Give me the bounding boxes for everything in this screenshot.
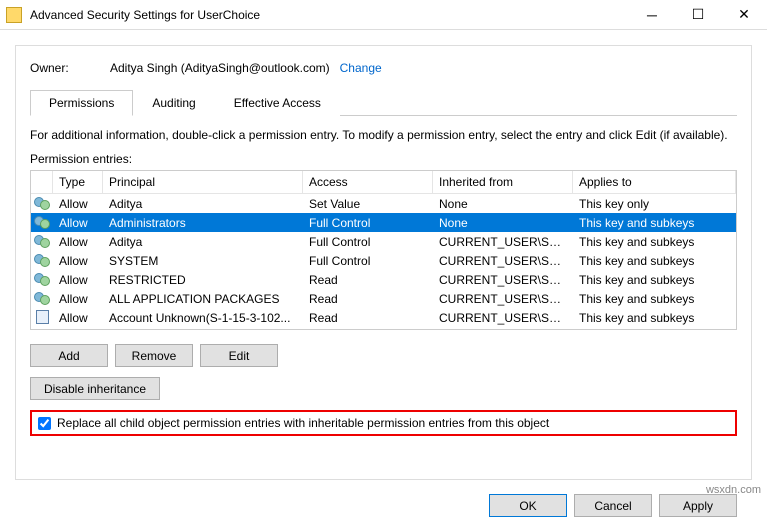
entries-label: Permission entries: xyxy=(30,152,737,166)
disable-inheritance-button[interactable]: Disable inheritance xyxy=(30,377,160,400)
cell-applies: This key and subkeys xyxy=(573,290,736,308)
cell-applies: This key and subkeys xyxy=(573,271,736,289)
cell-inherited: CURRENT_USER\Soft... xyxy=(433,233,573,251)
cell-access: Set Value xyxy=(303,195,433,213)
cell-principal: ALL APPLICATION PACKAGES xyxy=(103,290,303,308)
col-type[interactable]: Type xyxy=(53,171,103,193)
owner-row: Owner: Aditya Singh (AdityaSingh@outlook… xyxy=(30,61,737,75)
cell-type: Allow xyxy=(53,252,103,270)
cell-applies: This key and subkeys xyxy=(573,214,736,232)
cell-type: Allow xyxy=(53,195,103,213)
maximize-button[interactable]: ☐ xyxy=(675,0,721,30)
table-row[interactable]: AllowRESTRICTEDReadCURRENT_USER\Soft...T… xyxy=(31,270,736,289)
entry-buttons: Add Remove Edit xyxy=(30,344,737,367)
cell-access: Full Control xyxy=(303,233,433,251)
users-icon xyxy=(34,233,50,247)
table-row[interactable]: AllowAccount Unknown(S-1-15-3-102...Read… xyxy=(31,308,736,327)
main-panel: Owner: Aditya Singh (AdityaSingh@outlook… xyxy=(15,45,752,480)
cancel-button[interactable]: Cancel xyxy=(574,494,652,517)
col-access[interactable]: Access xyxy=(303,171,433,193)
tabstrip: Permissions Auditing Effective Access xyxy=(30,89,737,116)
cell-inherited: CURRENT_USER\Soft... xyxy=(433,271,573,289)
cell-applies: This key and subkeys xyxy=(573,309,736,327)
users-icon xyxy=(34,271,50,285)
users-icon xyxy=(34,214,50,228)
ok-button[interactable]: OK xyxy=(489,494,567,517)
cell-type: Allow xyxy=(53,309,103,327)
cell-principal: RESTRICTED xyxy=(103,271,303,289)
cell-access: Read xyxy=(303,309,433,327)
cell-inherited: CURRENT_USER\Soft... xyxy=(433,252,573,270)
users-icon xyxy=(34,252,50,266)
table-row[interactable]: AllowAdityaSet ValueNoneThis key only xyxy=(31,194,736,213)
cell-access: Full Control xyxy=(303,252,433,270)
cell-principal: Aditya xyxy=(103,195,303,213)
dialog-buttons: OK Cancel Apply xyxy=(489,494,737,517)
col-inherited[interactable]: Inherited from xyxy=(433,171,573,193)
cell-inherited: CURRENT_USER\Soft... xyxy=(433,309,573,327)
folder-icon xyxy=(6,7,22,23)
apply-button[interactable]: Apply xyxy=(659,494,737,517)
cell-principal: Administrators xyxy=(103,214,303,232)
col-applies[interactable]: Applies to xyxy=(573,171,736,193)
replace-checkbox-label[interactable]: Replace all child object permission entr… xyxy=(57,416,549,430)
users-icon xyxy=(34,195,50,209)
close-button[interactable]: ✕ xyxy=(721,0,767,30)
info-text: For additional information, double-click… xyxy=(30,128,737,142)
cell-type: Allow xyxy=(53,271,103,289)
disable-inheritance-row: Disable inheritance xyxy=(30,377,737,400)
col-principal[interactable]: Principal xyxy=(103,171,303,193)
cell-type: Allow xyxy=(53,214,103,232)
cell-inherited: CURRENT_USER\Soft... xyxy=(433,290,573,308)
cell-access: Full Control xyxy=(303,214,433,232)
window-title: Advanced Security Settings for UserChoic… xyxy=(28,8,629,22)
document-icon xyxy=(34,309,50,323)
cell-access: Read xyxy=(303,271,433,289)
cell-inherited: None xyxy=(433,195,573,213)
add-button[interactable]: Add xyxy=(30,344,108,367)
table-row[interactable]: AllowALL APPLICATION PACKAGESReadCURRENT… xyxy=(31,289,736,308)
minimize-button[interactable]: ─ xyxy=(629,0,675,30)
cell-inherited: None xyxy=(433,214,573,232)
remove-button[interactable]: Remove xyxy=(115,344,193,367)
cell-principal: SYSTEM xyxy=(103,252,303,270)
titlebar: Advanced Security Settings for UserChoic… xyxy=(0,0,767,30)
tab-permissions[interactable]: Permissions xyxy=(30,90,133,116)
grid-header: Type Principal Access Inherited from App… xyxy=(31,171,736,194)
tab-effective-access[interactable]: Effective Access xyxy=(215,90,340,116)
watermark: wsxdn.com xyxy=(706,484,761,496)
table-row[interactable]: AllowAdityaFull ControlCURRENT_USER\Soft… xyxy=(31,232,736,251)
cell-principal: Aditya xyxy=(103,233,303,251)
table-row[interactable]: AllowAdministratorsFull ControlNoneThis … xyxy=(31,213,736,232)
replace-checkbox[interactable] xyxy=(38,417,51,430)
users-icon xyxy=(34,290,50,304)
table-row[interactable]: AllowSYSTEMFull ControlCURRENT_USER\Soft… xyxy=(31,251,736,270)
edit-button[interactable]: Edit xyxy=(200,344,278,367)
content: Owner: Aditya Singh (AdityaSingh@outlook… xyxy=(0,30,767,490)
cell-applies: This key only xyxy=(573,195,736,213)
cell-type: Allow xyxy=(53,290,103,308)
cell-applies: This key and subkeys xyxy=(573,252,736,270)
owner-label: Owner: xyxy=(30,61,110,75)
change-owner-link[interactable]: Change xyxy=(340,61,382,75)
grid-body: AllowAdityaSet ValueNoneThis key onlyAll… xyxy=(31,194,736,327)
replace-checkbox-row: Replace all child object permission entr… xyxy=(30,410,737,436)
cell-applies: This key and subkeys xyxy=(573,233,736,251)
cell-principal: Account Unknown(S-1-15-3-102... xyxy=(103,309,303,327)
cell-access: Read xyxy=(303,290,433,308)
permission-grid[interactable]: Type Principal Access Inherited from App… xyxy=(30,170,737,330)
owner-value: Aditya Singh (AdityaSingh@outlook.com) xyxy=(110,61,330,75)
cell-type: Allow xyxy=(53,233,103,251)
tab-auditing[interactable]: Auditing xyxy=(133,90,214,116)
